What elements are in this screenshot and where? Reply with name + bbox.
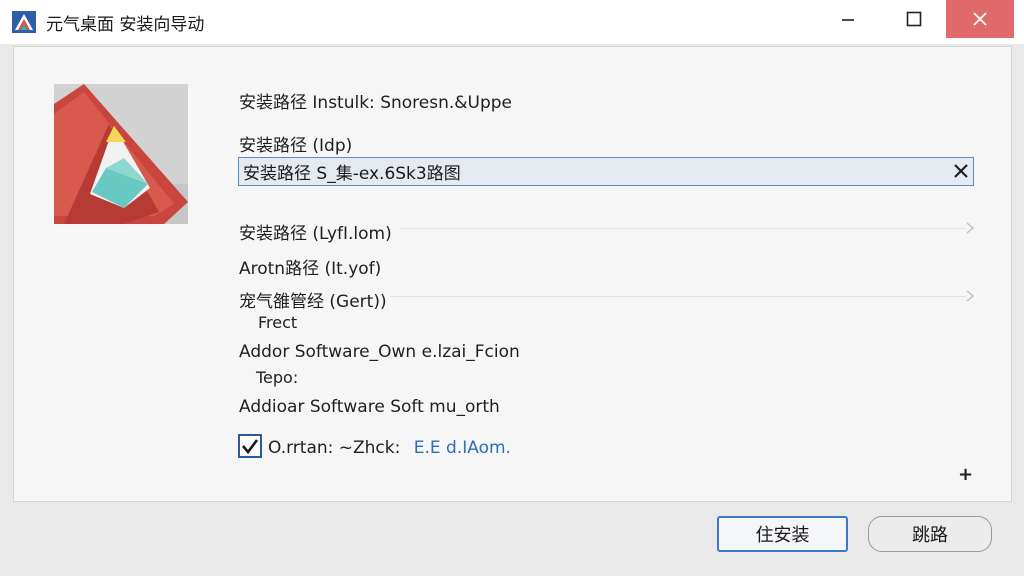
agreement-text: O.rrtan: ~Zhck: E.E d.IAom. [268,438,511,458]
config-path-sub-label: Frect [258,313,298,332]
config-path-option-label[interactable]: 宠气雒管经 (Gert)) [239,287,387,312]
app-logo-icon [12,11,36,33]
software-path-label: Addioar Software Soft mu_orth [239,397,500,417]
install-path-input[interactable] [238,157,974,186]
install-path-option-label[interactable]: 安装路径 (LyfI.lom) [239,219,392,244]
minimize-button[interactable] [814,0,882,38]
divider [400,228,966,229]
software-owner-label: Addor Software_Own e.lzai_Fcion [239,342,520,362]
checkmark-icon [242,439,259,455]
divider [390,296,966,297]
clear-path-button[interactable] [950,160,972,182]
maximize-icon [906,11,922,27]
close-icon [954,164,968,178]
software-owner-sub-label: Tepo: [256,368,299,387]
product-image [54,84,188,224]
window-title: 元气桌面 安装向导动 [46,15,205,35]
chevron-right-icon[interactable] [964,290,976,302]
maximize-button[interactable] [880,0,948,38]
agreement-checkbox[interactable] [238,434,262,458]
agreement-label: O.rrtan: ~Zhck: [268,438,401,458]
minimize-icon [842,19,854,21]
agreement-link[interactable]: E.E d.IAom. [414,438,511,458]
close-icon [973,12,987,26]
install-path-info-label: 安装路径 Instulk: Snoresn.&Uppe [239,93,513,113]
title-bar: 元气桌面 安装向导动 [0,0,1024,44]
install-button[interactable]: 住安装 [717,516,848,552]
skip-button[interactable]: 跳路 [868,516,992,552]
expand-button[interactable]: + [958,464,973,485]
action-path-label: Arotn路径 (It.yof) [239,259,382,279]
chevron-right-icon[interactable] [964,222,976,234]
install-path-heading: 安装路径 (Idp) [239,136,353,156]
pyramid-illustration [54,84,188,224]
close-button[interactable] [946,0,1014,38]
